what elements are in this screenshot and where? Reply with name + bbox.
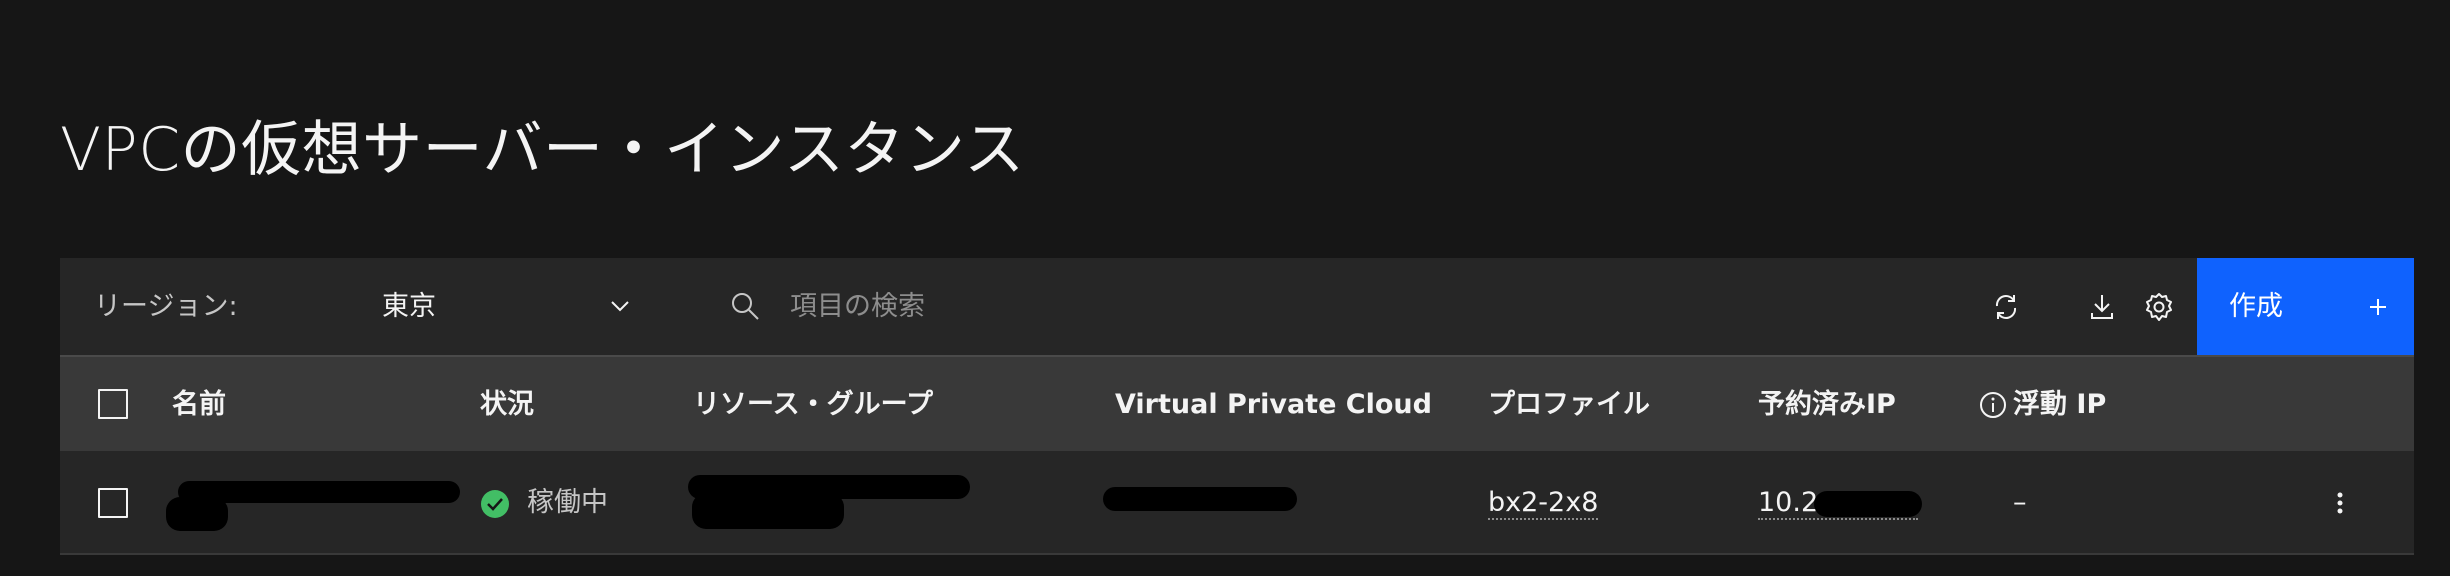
refresh-icon	[1995, 294, 2016, 319]
column-header-profile[interactable]: プロファイル	[1488, 357, 1650, 453]
column-header-vpc[interactable]: Virtual Private Cloud	[1115, 357, 1432, 453]
search-input[interactable]	[790, 280, 1790, 332]
region-value: 東京	[382, 291, 436, 322]
select-all-checkbox[interactable]	[98, 389, 128, 419]
profile-value[interactable]: bx2-2x8	[1488, 451, 1599, 555]
region-dropdown[interactable]: 東京	[320, 258, 640, 355]
settings-icon	[2145, 292, 2172, 321]
column-header-reserved-ip[interactable]: 予約済みIP	[1758, 357, 1896, 453]
table-toolbar: リージョン: 東京 項目の検索 作成	[60, 258, 2414, 355]
search-icon	[732, 293, 759, 320]
table-row: 稼働中 bx2-2x8 10.2 –	[60, 451, 2414, 555]
floating-ip-value: –	[2013, 487, 2027, 518]
page-title: VPCの仮想サーバー・インスタンス	[60, 115, 1025, 185]
table-header-row: 名前 状況 リソース・グループ Virtual Private Cloud プロ…	[60, 355, 2414, 451]
settings-button[interactable]	[2110, 258, 2207, 355]
plus-icon	[2370, 299, 2386, 315]
overflow-menu-icon[interactable]	[2324, 487, 2356, 519]
region-label: リージョン:	[94, 291, 238, 322]
info-icon[interactable]	[1978, 390, 2008, 420]
redacted-vpc	[1103, 487, 1297, 511]
create-label: 作成	[2229, 291, 2283, 322]
search-box	[660, 258, 1960, 355]
check-circle-icon	[481, 490, 509, 518]
instances-table: リージョン: 東京 項目の検索 作成 名前 状況 リソース・グループ Virtu…	[60, 258, 2414, 576]
create-button[interactable]: 作成	[2197, 258, 2414, 355]
column-header-status[interactable]: 状況	[480, 357, 534, 453]
column-header-floating-ip[interactable]: 浮動 IP	[2013, 357, 2106, 453]
redacted-name	[166, 497, 228, 531]
redacted-reserved-ip	[1814, 491, 1922, 517]
column-header-name[interactable]: 名前	[172, 357, 226, 453]
row-checkbox[interactable]	[98, 488, 128, 518]
chevron-down-icon	[611, 301, 629, 312]
status-text: 稼働中	[527, 487, 608, 518]
column-header-resource-group[interactable]: リソース・グループ	[693, 357, 933, 453]
refresh-button[interactable]	[1957, 258, 2054, 355]
redacted-resource-group	[692, 493, 844, 529]
